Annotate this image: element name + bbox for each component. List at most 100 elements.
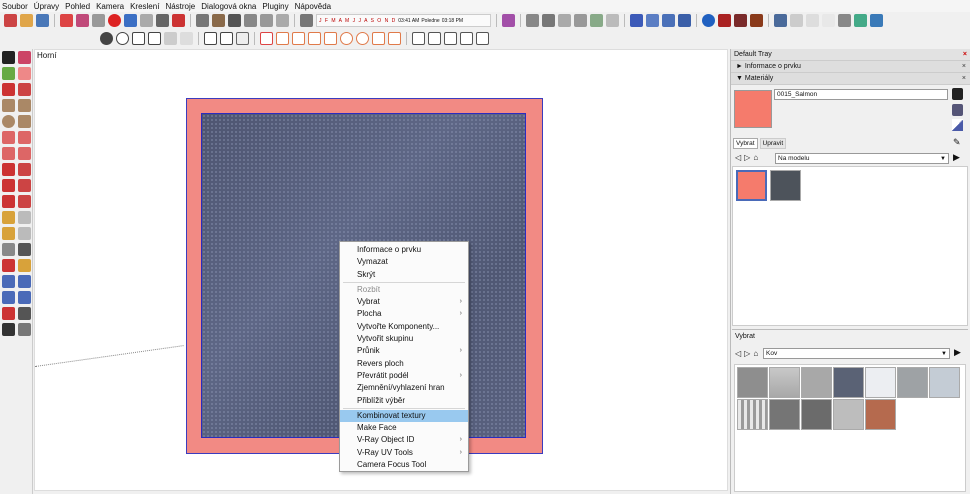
- tape-measure-icon[interactable]: [2, 211, 15, 224]
- erase-icon[interactable]: [108, 14, 121, 27]
- metal-thumb-10[interactable]: [801, 399, 832, 430]
- zoom-extents-icon[interactable]: [2, 291, 15, 304]
- forward-icon[interactable]: ▷: [744, 153, 750, 163]
- metal-thumb-6[interactable]: [897, 367, 928, 398]
- metal-thumb-9[interactable]: [769, 399, 800, 430]
- pie-icon[interactable]: [18, 147, 31, 160]
- style-texture-icon[interactable]: [854, 14, 867, 27]
- metal-thumb-7[interactable]: [929, 367, 960, 398]
- metal-thumb-5[interactable]: [865, 367, 896, 398]
- metal-thumb-8[interactable]: [737, 399, 768, 430]
- section-icon[interactable]: [502, 14, 515, 27]
- xray-icon[interactable]: [526, 14, 539, 27]
- secondary-collection-select[interactable]: Kov ▼: [763, 348, 950, 359]
- previous-view-icon[interactable]: [18, 291, 31, 304]
- metal-thumb-2[interactable]: [769, 367, 800, 398]
- ctx-make-component[interactable]: Vytvořte Komponenty...: [340, 321, 468, 333]
- lamp-icon[interactable]: [276, 32, 289, 45]
- material-thumb-steel[interactable]: [770, 170, 801, 201]
- menu-view[interactable]: Pohled: [65, 2, 90, 11]
- walk-icon[interactable]: [662, 14, 675, 27]
- position-camera-icon[interactable]: [2, 307, 15, 320]
- axes-icon[interactable]: [2, 243, 15, 256]
- zoom-window-icon[interactable]: [18, 275, 31, 288]
- ctx-camera-focus-tool[interactable]: Camera Focus Tool: [340, 459, 468, 471]
- push-pull-icon[interactable]: [18, 163, 31, 176]
- walk-tool-icon[interactable]: [2, 323, 15, 336]
- scene-tab-label[interactable]: Horní: [37, 51, 57, 60]
- model-info-icon[interactable]: [172, 14, 185, 27]
- menu-plugins[interactable]: Pluginy: [262, 2, 288, 11]
- shaded-icon[interactable]: [574, 14, 587, 27]
- spot-icon[interactable]: [372, 32, 385, 45]
- shadow-settings-bar[interactable]: J F M A M J J A S O N D 03:41 AM Poledne…: [316, 14, 491, 27]
- frame-icon[interactable]: [220, 32, 233, 45]
- monochrome-icon[interactable]: [606, 14, 619, 27]
- style-outline-icon[interactable]: [790, 14, 803, 27]
- rotate-icon[interactable]: [2, 179, 15, 192]
- top-view-icon[interactable]: [228, 14, 241, 27]
- select-arrow-icon[interactable]: [2, 51, 15, 64]
- menu-camera[interactable]: Kamera: [96, 2, 124, 11]
- box-icon[interactable]: [428, 32, 441, 45]
- vray-frame-icon[interactable]: [750, 14, 763, 27]
- ctx-hide[interactable]: Skrýt: [340, 269, 468, 281]
- vray-render-icon[interactable]: [718, 14, 731, 27]
- shape-icon[interactable]: [148, 32, 161, 45]
- arc-icon[interactable]: [2, 131, 15, 144]
- undo-icon[interactable]: [124, 14, 137, 27]
- shadows-icon[interactable]: [300, 14, 313, 27]
- ctx-entity-info[interactable]: Informace o prvku: [340, 244, 468, 256]
- details-arrow-icon[interactable]: ▶: [954, 347, 961, 358]
- home-icon[interactable]: ⌂: [753, 349, 758, 359]
- cut-icon[interactable]: [60, 14, 73, 27]
- arc-3pt-icon[interactable]: [2, 147, 15, 160]
- ruler-icon[interactable]: [308, 32, 321, 45]
- offset-icon[interactable]: [18, 195, 31, 208]
- menu-help[interactable]: Nápověda: [295, 2, 331, 11]
- move-tool-icon[interactable]: [2, 163, 15, 176]
- copy-icon[interactable]: [76, 14, 89, 27]
- ctx-select[interactable]: Vybrat ›: [340, 296, 468, 308]
- panel-materials-header[interactable]: ▼ Materiály ×: [731, 73, 970, 85]
- current-material-swatch[interactable]: [734, 90, 772, 128]
- material-thumb-salmon[interactable]: [736, 170, 767, 201]
- open-folder-icon[interactable]: [20, 14, 33, 27]
- wireframe-icon[interactable]: [542, 14, 555, 27]
- create-material-icon[interactable]: [952, 104, 963, 116]
- style-shade-icon[interactable]: [838, 14, 851, 27]
- look-around-icon[interactable]: [678, 14, 691, 27]
- style-mono-icon[interactable]: [870, 14, 883, 27]
- eyedropper-icon[interactable]: ✎: [953, 137, 961, 148]
- orbit-icon[interactable]: [2, 259, 15, 272]
- eraser-icon[interactable]: [476, 32, 489, 45]
- ctx-zoom-selection[interactable]: Přiblížit výběr: [340, 395, 468, 407]
- panel-entity-info-header[interactable]: ► Informace o prvku ×: [731, 61, 970, 73]
- protractor-icon[interactable]: [2, 227, 15, 240]
- no-select-icon[interactable]: [116, 32, 129, 45]
- home-icon[interactable]: ⌂: [753, 153, 758, 163]
- section-plane-icon[interactable]: [18, 323, 31, 336]
- layer-icon[interactable]: [164, 32, 177, 45]
- metal-thumb-11[interactable]: [833, 399, 864, 430]
- sphere-icon[interactable]: [356, 32, 369, 45]
- forward-icon[interactable]: ▷: [744, 349, 750, 359]
- menu-edit[interactable]: Úpravy: [34, 2, 59, 11]
- ctx-vray-object-id[interactable]: V-Ray Object ID ›: [340, 434, 468, 446]
- back-icon[interactable]: ◁: [735, 153, 741, 163]
- vray-info-icon[interactable]: [702, 14, 715, 27]
- menu-draw[interactable]: Kreslení: [130, 2, 159, 11]
- display-secondary-icon[interactable]: [952, 88, 963, 100]
- panel-icon[interactable]: [236, 32, 249, 45]
- text-tool-icon[interactable]: [18, 227, 31, 240]
- ctx-flip-along[interactable]: Převrátit podél ›: [340, 370, 468, 382]
- iso-view-icon[interactable]: [212, 14, 225, 27]
- back-view-icon[interactable]: [276, 14, 289, 27]
- tab-edit[interactable]: Upravit: [759, 138, 787, 149]
- menu-window[interactable]: Dialogová okna: [201, 2, 256, 11]
- pan-icon[interactable]: [18, 259, 31, 272]
- redo-icon[interactable]: [140, 14, 153, 27]
- style-white-icon[interactable]: [822, 14, 835, 27]
- metal-thumb-4[interactable]: [833, 367, 864, 398]
- teapot-icon[interactable]: [132, 32, 145, 45]
